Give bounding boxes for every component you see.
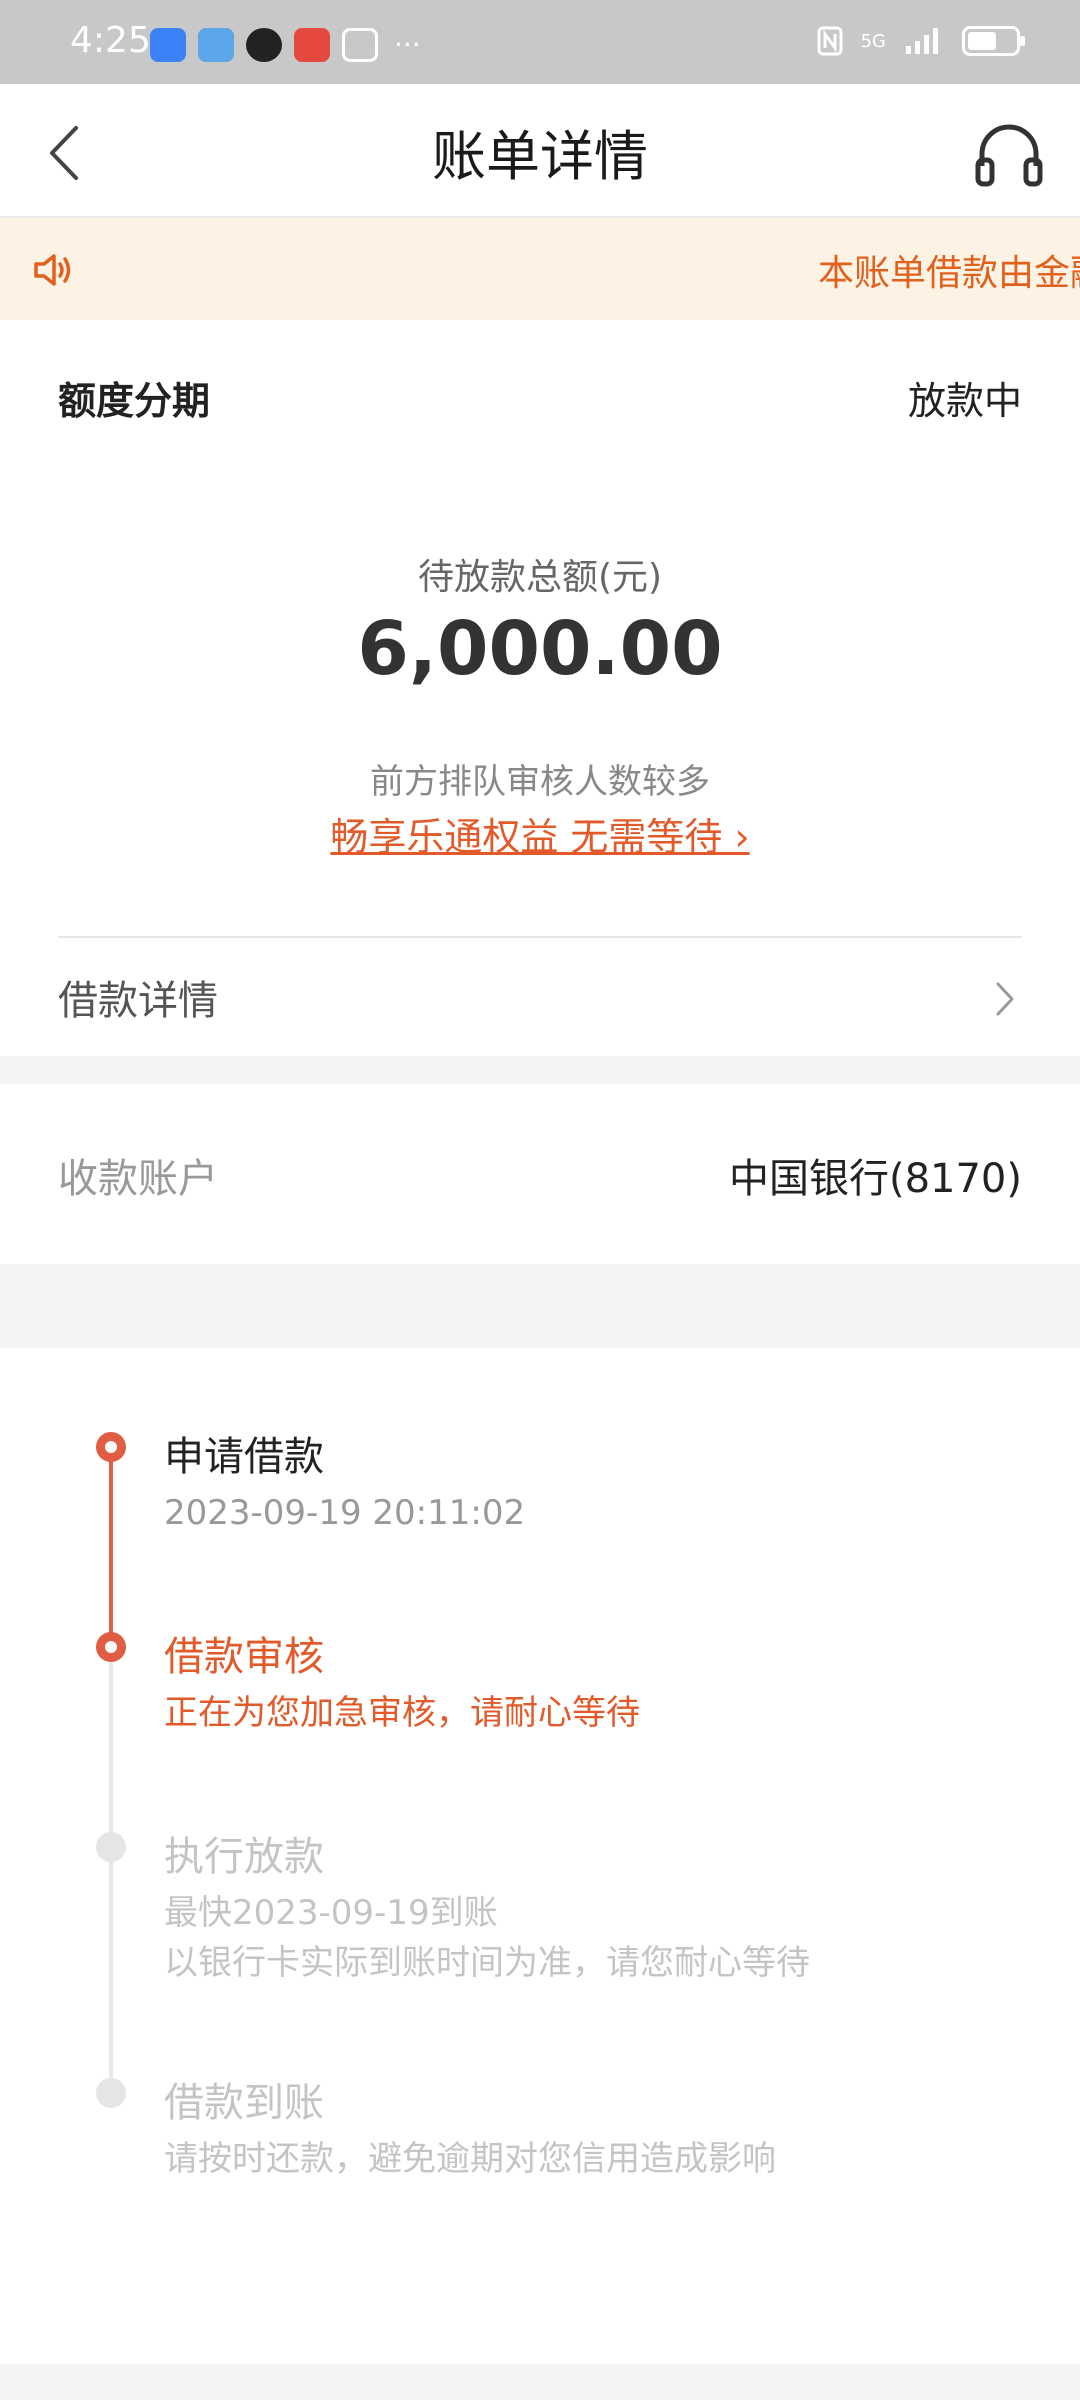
timeline-dot <box>96 2078 126 2108</box>
chevron-right-icon <box>996 982 1014 1016</box>
vip-benefit-link[interactable]: 畅享乐通权益 无需等待 › <box>0 806 1080 861</box>
signal-icon <box>906 28 938 54</box>
browser-icon <box>150 28 186 62</box>
loan-summary-card: 额度分期 放款中 待放款总额(元) 6,000.00 前方排队审核人数较多 畅享… <box>0 320 1080 1056</box>
amount-value: 6,000.00 <box>357 606 723 692</box>
account-value: 中国银行(8170) <box>728 1156 1022 1202</box>
nav-bar: 账单详情 <box>0 84 1080 218</box>
page-title: 账单详情 <box>432 125 648 188</box>
timeline-step-title: 借款审核 <box>164 1634 324 1680</box>
divider <box>58 936 1022 938</box>
amount-caption: 待放款总额(元) <box>417 557 663 598</box>
loan-type-label: 额度分期 <box>58 379 211 423</box>
queue-text: 前方排队审核人数较多 <box>370 762 710 802</box>
timeline-step-detail: 正在为您加急审核，请耐心等待 <box>164 1693 640 1733</box>
notice-text: 本账单借款由金融 <box>818 253 1080 294</box>
timeline-connector <box>109 1448 113 1634</box>
battery-icon <box>962 26 1025 56</box>
timeline-connector <box>109 1848 113 2082</box>
progress-timeline: 申请借款 2023-09-19 20:11:02 借款审核 正在为您加急审核，请… <box>0 1348 1080 2364</box>
timeline-connector <box>109 1648 113 1834</box>
more-notifications-icon: ··· <box>394 28 421 61</box>
alipay-icon <box>342 28 378 62</box>
notice-banner[interactable]: 本账单借款由金融 <box>0 218 1080 320</box>
nfc-icon <box>817 26 843 56</box>
status-time: 4:25 <box>70 20 151 61</box>
timeline-dot <box>96 1632 126 1662</box>
account-label: 收款账户 <box>58 1156 218 1202</box>
loan-detail-row[interactable]: 借款详情 <box>0 940 1080 1056</box>
status-bar: 4:25 ··· 5G <box>0 0 1080 84</box>
weather-icon <box>198 28 234 62</box>
timeline-dot <box>96 1432 126 1462</box>
timeline-step-detail: 2023-09-19 20:11:02 <box>164 1493 526 1533</box>
speaker-icon <box>34 254 71 286</box>
book-icon <box>294 28 330 62</box>
headset-icon[interactable] <box>974 122 1044 188</box>
network-label: 5G <box>860 30 886 52</box>
qq-icon <box>246 28 282 62</box>
timeline-step-detail: 最快2023-09-19到账 <box>164 1893 498 1933</box>
status-app-icons: ··· <box>150 28 421 62</box>
timeline-step-detail: 以银行卡实际到账时间为准，请您耐心等待 <box>164 1943 810 1983</box>
timeline-step-detail: 请按时还款，避免逾期对您信用造成影响 <box>164 2139 776 2179</box>
battery-level <box>968 32 996 50</box>
timeline-dot <box>96 1832 126 1862</box>
status-right: 5G <box>817 26 1025 56</box>
timeline-step-title: 借款到账 <box>164 2080 324 2126</box>
account-card: 收款账户 中国银行(8170) <box>0 1084 1080 1264</box>
timeline-step-title: 执行放款 <box>164 1834 324 1880</box>
loan-status: 放款中 <box>907 379 1022 423</box>
loan-detail-label: 借款详情 <box>58 978 218 1024</box>
timeline-step-title: 申请借款 <box>164 1434 324 1480</box>
